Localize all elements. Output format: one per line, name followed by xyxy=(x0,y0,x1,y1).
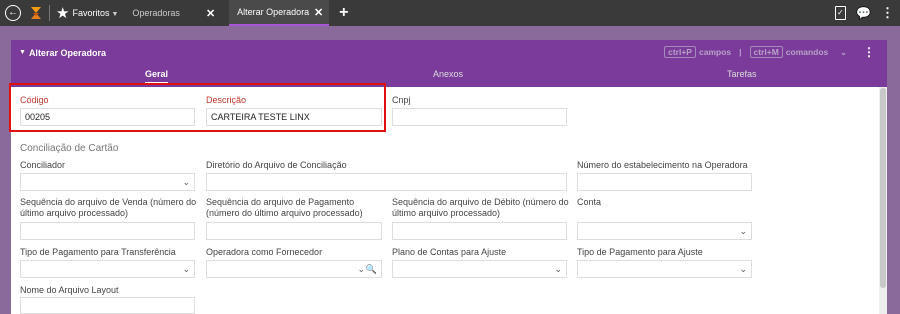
cnpj-label: Cnpj xyxy=(392,95,411,105)
operadora-fornecedor-select[interactable]: ⌄ 🔍 xyxy=(206,260,382,278)
scrollbar-thumb[interactable] xyxy=(880,88,886,288)
tab-operadoras[interactable]: Operadoras ✕ xyxy=(132,0,221,26)
shortcut-label[interactable]: campos xyxy=(699,47,731,57)
seq-debito-label: Sequência do arquivo de Débito (número d… xyxy=(392,197,569,218)
favorites-label: Favoritos xyxy=(72,8,110,18)
numero-estab-label: Número do estabelecimento na Operadora xyxy=(577,160,748,170)
plano-contas-label: Plano de Contas para Ajuste xyxy=(392,247,507,257)
chevron-down-icon: ⌄ xyxy=(554,264,562,274)
tab-tarefas[interactable]: Tarefas xyxy=(727,69,757,79)
tab-anexos[interactable]: Anexos xyxy=(433,69,463,79)
conta-select[interactable]: ⌄ xyxy=(577,222,752,240)
chevron-down-icon: ⌄ xyxy=(739,226,747,236)
tab-geral[interactable]: Geral xyxy=(145,69,169,84)
chevron-down-icon: ⌄ xyxy=(182,177,190,187)
seq-venda-field[interactable] xyxy=(20,222,195,240)
more-vertical-icon[interactable]: ⋮ xyxy=(881,5,894,21)
tab-label: Operadoras xyxy=(132,8,180,18)
numero-estab-field[interactable] xyxy=(577,173,752,191)
shortcut-key: ctrl+M xyxy=(749,46,783,58)
conciliador-label: Conciliador xyxy=(20,160,66,170)
chevron-down-icon: ⌄ xyxy=(182,264,190,274)
tab-label: Alterar Operadora xyxy=(237,7,310,17)
diretorio-label: Diretório do Arquivo de Conciliação xyxy=(206,160,347,170)
diretorio-field[interactable] xyxy=(206,173,567,191)
top-bar: ← ★ Favoritos ▼ Operadoras ✕ Alterar Oper… xyxy=(0,0,900,26)
close-icon[interactable]: ✕ xyxy=(206,7,215,20)
tipo-pag-transf-select[interactable]: ⌄ xyxy=(20,260,195,278)
back-icon[interactable]: ← xyxy=(5,5,21,21)
shortcut-label[interactable]: comandos xyxy=(786,47,829,57)
topbar-actions: 💬 ⋮ xyxy=(835,0,900,26)
panel-title: Alterar Operadora xyxy=(28,47,106,58)
chevron-down-icon: ▼ xyxy=(111,11,119,18)
tipo-pag-transf-label: Tipo de Pagamento para Transferência xyxy=(20,247,176,257)
tipo-pag-ajuste-label: Tipo de Pagamento para Ajuste xyxy=(577,247,703,257)
seq-venda-label: Sequência do arquivo de Venda (número do… xyxy=(20,197,197,218)
operadora-fornecedor-label: Operadora como Fornecedor xyxy=(206,247,323,257)
close-icon[interactable]: ✕ xyxy=(314,6,323,19)
chevron-down-icon: ⌄ xyxy=(739,264,747,274)
collapse-icon[interactable]: ▼ xyxy=(19,49,26,56)
nome-layout-field[interactable] xyxy=(20,297,195,314)
clipboard-check-icon[interactable] xyxy=(835,6,847,20)
shortcut-key: ctrl+P xyxy=(664,46,696,58)
cnpj-field[interactable] xyxy=(392,108,567,126)
panel-header: ▼ Alterar Operadora ctrl+P campos | ctrl… xyxy=(11,40,887,65)
tab-alterar-operadora[interactable]: Alterar Operadora ✕ xyxy=(229,0,330,26)
seq-pagamento-field[interactable] xyxy=(206,222,382,240)
star-icon[interactable]: ★ xyxy=(56,6,69,21)
tipo-pag-ajuste-select[interactable]: ⌄ xyxy=(577,260,752,278)
favorites-menu[interactable]: Favoritos ▼ xyxy=(72,8,118,18)
conciliador-select[interactable]: ⌄ xyxy=(20,173,195,191)
search-icon[interactable]: 🔍 xyxy=(366,261,377,277)
seq-debito-field[interactable] xyxy=(392,222,567,240)
chevron-down-icon: ⌄ xyxy=(357,264,365,274)
shortcut-separator: | xyxy=(739,47,742,57)
chevron-down-icon[interactable]: ⌄ xyxy=(840,48,847,57)
add-icon[interactable]: + xyxy=(339,4,348,22)
seq-pagamento-label: Sequência do arquivo de Pagamento (númer… xyxy=(206,197,363,218)
conta-label: Conta xyxy=(577,197,602,207)
shortcuts: ctrl+P campos | ctrl+M comandos ⌄ xyxy=(664,46,847,58)
section-title: Conciliação de Cartão xyxy=(20,143,119,154)
logo-icon[interactable] xyxy=(29,5,43,21)
more-vertical-icon[interactable]: ⋮ xyxy=(863,45,875,59)
nome-layout-label: Nome do Arquivo Layout xyxy=(20,285,119,295)
highlight-box xyxy=(9,83,386,132)
chat-icon[interactable]: 💬 xyxy=(856,6,871,20)
plano-contas-select[interactable]: ⌄ xyxy=(392,260,567,278)
divider xyxy=(49,5,50,21)
